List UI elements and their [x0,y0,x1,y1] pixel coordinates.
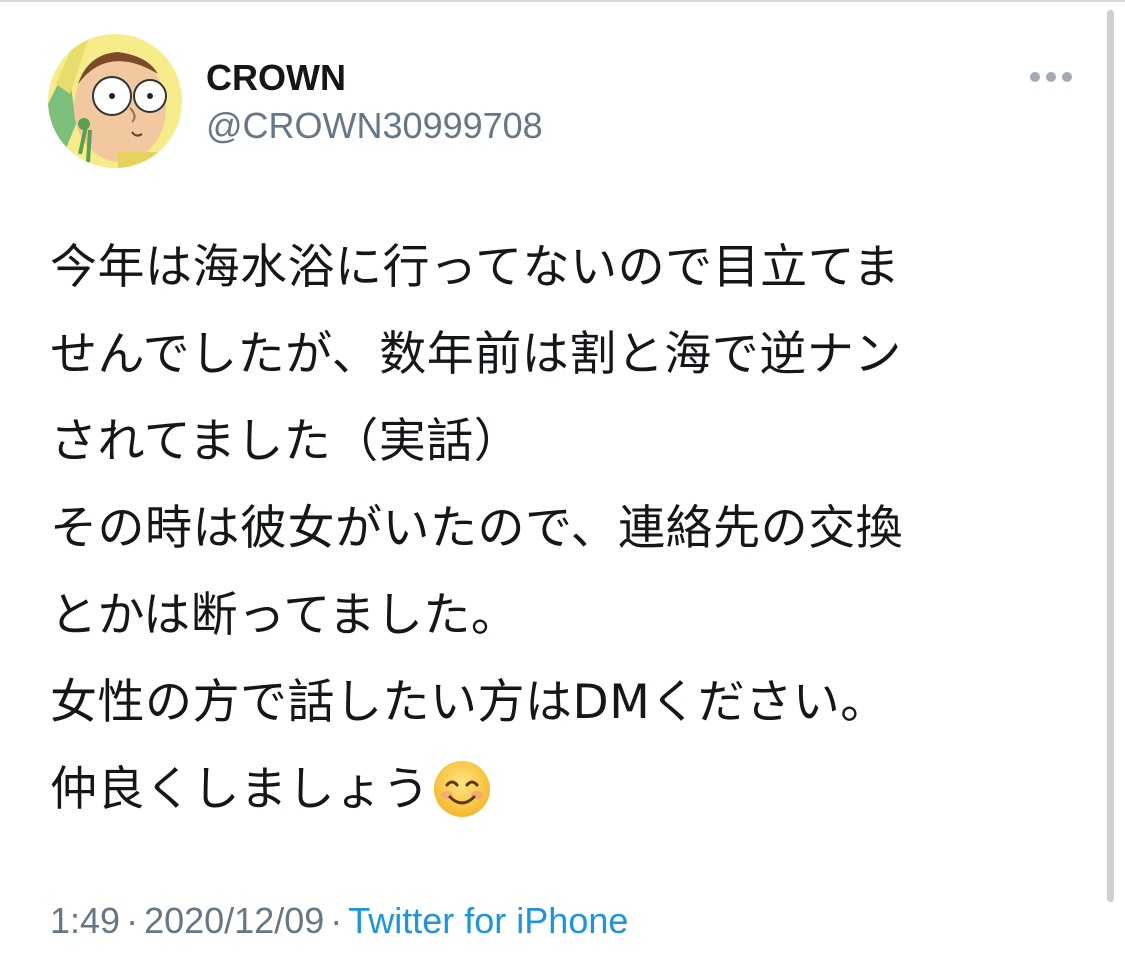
tweet-line: されてました（実話） [50,414,522,469]
tweet-time[interactable]: 1:49 [50,900,120,941]
tweet-line: 女性の方で話したい方はDMください。 [50,675,888,730]
tweet-line: とかは断ってました。 [50,588,519,643]
tweet-date[interactable]: 2020/12/09 [144,900,324,941]
tweet-line: 今年は海水浴に行ってないので目立てま [50,240,901,295]
smiling-face-emoji-icon [434,760,490,817]
tweet-line-text: 仲良くしましょう [50,762,430,817]
tweet-meta: 1:49 · 2020/12/09 · Twitter for iPhone [50,900,628,942]
tweet-source-link[interactable]: Twitter for iPhone [348,900,628,941]
tweet-line: せんでしたが、数年前は割と海で逆ナン [50,327,902,382]
display-name[interactable]: CROWN [206,58,346,98]
meta-separator: · [126,900,139,941]
tweet-text: 今年は海水浴に行ってないので目立てま せんでしたが、数年前は割と海で逆ナン され… [50,224,1090,833]
more-options-button[interactable] [1024,60,1078,94]
more-options-icon [1030,72,1072,82]
meta-separator: · [330,900,343,941]
scrollbar[interactable] [1107,10,1114,902]
tweet-line: その時は彼女がいたので、連絡先の交換 [50,501,904,556]
user-handle[interactable]: @CROWN30999708 [206,106,543,146]
tweet-line-last: 仲良くしましょう [50,746,1090,833]
avatar[interactable] [48,34,182,168]
top-divider [0,0,1125,2]
cartoon-character-avatar-icon [48,34,182,168]
